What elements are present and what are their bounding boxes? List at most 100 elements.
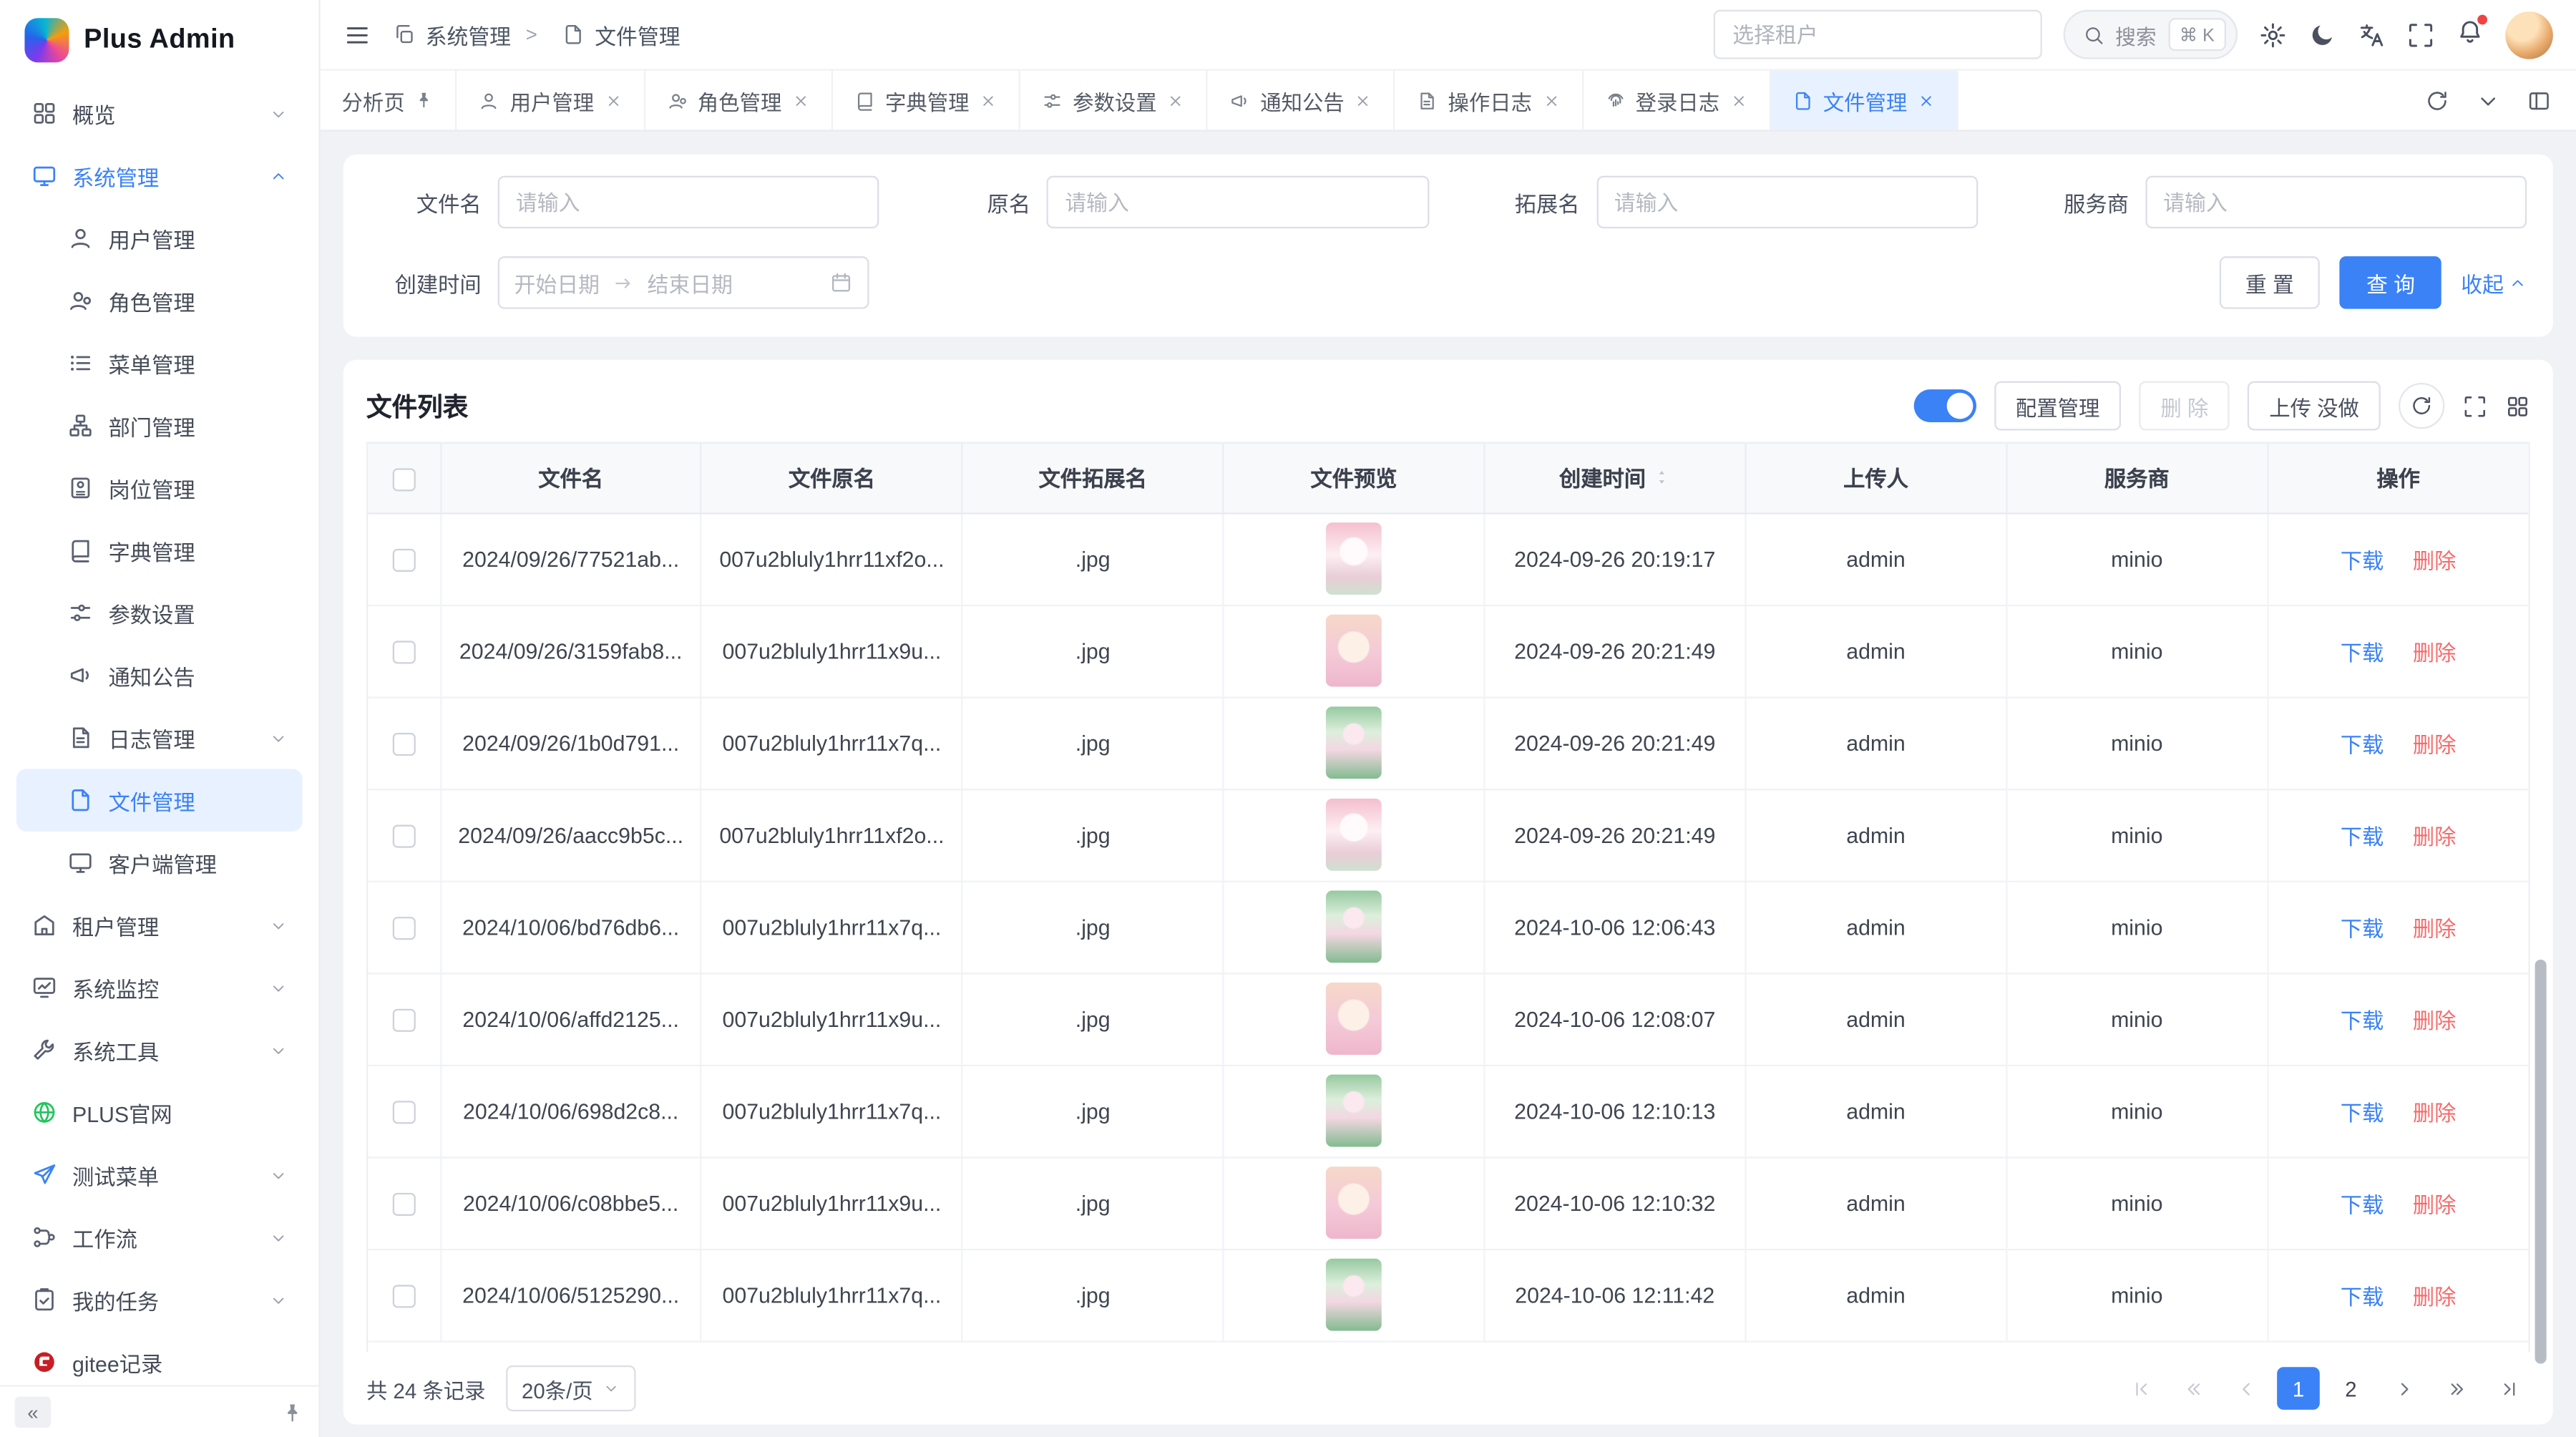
delete-link[interactable]: 删除 bbox=[2413, 824, 2457, 848]
sidebar-item[interactable]: 系统管理 bbox=[16, 145, 302, 207]
fast-prev-button[interactable] bbox=[2172, 1367, 2215, 1410]
download-link[interactable]: 下载 bbox=[2341, 548, 2384, 573]
config-manage-button[interactable]: 配置管理 bbox=[1994, 381, 2121, 431]
sidebar-item[interactable]: 通知公告 bbox=[16, 644, 302, 706]
sidebar-item[interactable]: 部门管理 bbox=[16, 394, 302, 457]
date-range-picker[interactable]: 开始日期 结束日期 bbox=[498, 256, 869, 308]
row-checkbox[interactable] bbox=[392, 548, 415, 571]
filter-input[interactable] bbox=[1047, 176, 1428, 228]
tab-close-icon[interactable] bbox=[1355, 91, 1372, 109]
file-preview-thumbnail[interactable] bbox=[1326, 890, 1382, 963]
tab[interactable]: 参数设置 bbox=[1020, 71, 1208, 130]
end-date-placeholder[interactable]: 结束日期 bbox=[648, 267, 733, 298]
filter-input[interactable] bbox=[2145, 176, 2527, 228]
tab[interactable]: 通知公告 bbox=[1208, 71, 1395, 130]
delete-link[interactable]: 删除 bbox=[2413, 1100, 2457, 1124]
file-preview-thumbnail[interactable] bbox=[1326, 615, 1382, 687]
tab-close-icon[interactable] bbox=[604, 91, 622, 109]
breadcrumb-item[interactable]: 系统管理 bbox=[393, 19, 511, 50]
translate-icon[interactable] bbox=[2358, 21, 2386, 49]
sidebar-item[interactable]: 用户管理 bbox=[16, 207, 302, 269]
table-scrollbar-thumb[interactable] bbox=[2535, 960, 2547, 1364]
delete-link[interactable]: 删除 bbox=[2413, 548, 2457, 573]
next-page-button[interactable] bbox=[2382, 1367, 2425, 1410]
sidebar-item[interactable]: 参数设置 bbox=[16, 582, 302, 644]
upload-button[interactable]: 上传 没做 bbox=[2248, 381, 2380, 431]
tab[interactable]: 登录日志 bbox=[1583, 71, 1770, 130]
fast-next-button[interactable] bbox=[2435, 1367, 2478, 1410]
sidebar-item[interactable]: 测试菜单 bbox=[16, 1144, 302, 1206]
prev-page-button[interactable] bbox=[2225, 1367, 2268, 1410]
delete-link[interactable]: 删除 bbox=[2413, 1284, 2457, 1308]
breadcrumb-item[interactable]: 文件管理 bbox=[511, 19, 680, 50]
file-preview-thumbnail[interactable] bbox=[1326, 799, 1382, 871]
file-preview-thumbnail[interactable] bbox=[1326, 1075, 1382, 1147]
sidebar-item[interactable]: 系统工具 bbox=[16, 1018, 302, 1081]
reset-button[interactable]: 重 置 bbox=[2219, 256, 2320, 308]
tab-close-icon[interactable] bbox=[979, 91, 997, 109]
sidebar-item[interactable]: 文件管理 bbox=[16, 769, 302, 831]
sidebar-item[interactable]: 工作流 bbox=[16, 1206, 302, 1268]
delete-link[interactable]: 删除 bbox=[2413, 640, 2457, 664]
page-number-button[interactable]: 2 bbox=[2330, 1367, 2373, 1410]
last-page-button[interactable] bbox=[2487, 1367, 2530, 1410]
sidebar-item[interactable]: 日志管理 bbox=[16, 706, 302, 769]
file-preview-thumbnail[interactable] bbox=[1326, 983, 1382, 1055]
download-link[interactable]: 下载 bbox=[2341, 732, 2384, 756]
sidebar-collapse-button[interactable]: « bbox=[15, 1397, 52, 1428]
global-search-button[interactable]: 搜索 ⌘ K bbox=[2063, 10, 2238, 59]
collapse-filters-link[interactable]: 收起 bbox=[2461, 267, 2527, 298]
sidebar-item[interactable]: 菜单管理 bbox=[16, 332, 302, 394]
sidebar-item[interactable]: PLUS官网 bbox=[16, 1081, 302, 1144]
refresh-tab-icon[interactable] bbox=[2425, 88, 2449, 112]
column-settings-button[interactable] bbox=[2505, 394, 2529, 418]
first-page-button[interactable] bbox=[2119, 1367, 2162, 1410]
hamburger-menu-button[interactable] bbox=[343, 21, 371, 49]
row-checkbox[interactable] bbox=[392, 1285, 415, 1307]
delete-link[interactable]: 删除 bbox=[2413, 1192, 2457, 1217]
row-checkbox[interactable] bbox=[392, 732, 415, 755]
sidebar-item[interactable]: 概览 bbox=[16, 82, 302, 145]
user-avatar[interactable] bbox=[2505, 11, 2553, 59]
tab-dropdown-chevron-icon[interactable] bbox=[2476, 88, 2500, 112]
fullscreen-icon[interactable] bbox=[2407, 21, 2435, 49]
sidebar-item[interactable]: 客户端管理 bbox=[16, 832, 302, 894]
tab-close-icon[interactable] bbox=[1166, 91, 1184, 109]
sidebar-item[interactable]: 系统监控 bbox=[16, 956, 302, 1018]
tab[interactable]: 分析页 bbox=[321, 71, 457, 130]
tab-close-icon[interactable] bbox=[1729, 91, 1747, 109]
layout-panel-icon[interactable] bbox=[2527, 88, 2551, 112]
download-link[interactable]: 下载 bbox=[2341, 1192, 2384, 1217]
tab[interactable]: 操作日志 bbox=[1395, 71, 1583, 130]
query-button[interactable]: 查 询 bbox=[2340, 256, 2441, 308]
toggle-switch[interactable] bbox=[1914, 389, 1976, 422]
tab[interactable]: 角色管理 bbox=[645, 71, 832, 130]
download-link[interactable]: 下载 bbox=[2341, 916, 2384, 940]
row-checkbox[interactable] bbox=[392, 1101, 415, 1124]
download-link[interactable]: 下载 bbox=[2341, 640, 2384, 664]
row-checkbox[interactable] bbox=[392, 640, 415, 663]
row-checkbox[interactable] bbox=[392, 917, 415, 940]
file-preview-thumbnail[interactable] bbox=[1326, 522, 1382, 595]
download-link[interactable]: 下载 bbox=[2341, 1284, 2384, 1308]
tab-close-icon[interactable] bbox=[1542, 91, 1560, 109]
start-date-placeholder[interactable]: 开始日期 bbox=[514, 267, 600, 298]
tenant-select-input[interactable] bbox=[1713, 10, 2041, 59]
app-logo[interactable]: Plus Admin bbox=[0, 0, 318, 79]
sidebar-item[interactable]: 我的任务 bbox=[16, 1268, 302, 1330]
row-checkbox[interactable] bbox=[392, 1008, 415, 1031]
page-size-select[interactable]: 20条/页 bbox=[505, 1365, 635, 1411]
download-link[interactable]: 下载 bbox=[2341, 1100, 2384, 1124]
row-checkbox[interactable] bbox=[392, 824, 415, 847]
download-link[interactable]: 下载 bbox=[2341, 1008, 2384, 1033]
sidebar-item[interactable]: gitee记录 bbox=[16, 1331, 302, 1385]
file-preview-thumbnail[interactable] bbox=[1326, 1166, 1382, 1239]
sidebar-item[interactable]: 字典管理 bbox=[16, 520, 302, 582]
sort-icon[interactable] bbox=[1652, 465, 1670, 489]
tab[interactable]: 文件管理 bbox=[1770, 71, 1958, 130]
delete-link[interactable]: 删除 bbox=[2413, 916, 2457, 940]
select-all-checkbox[interactable] bbox=[392, 467, 415, 490]
delete-link[interactable]: 删除 bbox=[2413, 732, 2457, 756]
refresh-table-button[interactable] bbox=[2399, 383, 2444, 429]
page-number-button[interactable]: 1 bbox=[2277, 1367, 2320, 1410]
